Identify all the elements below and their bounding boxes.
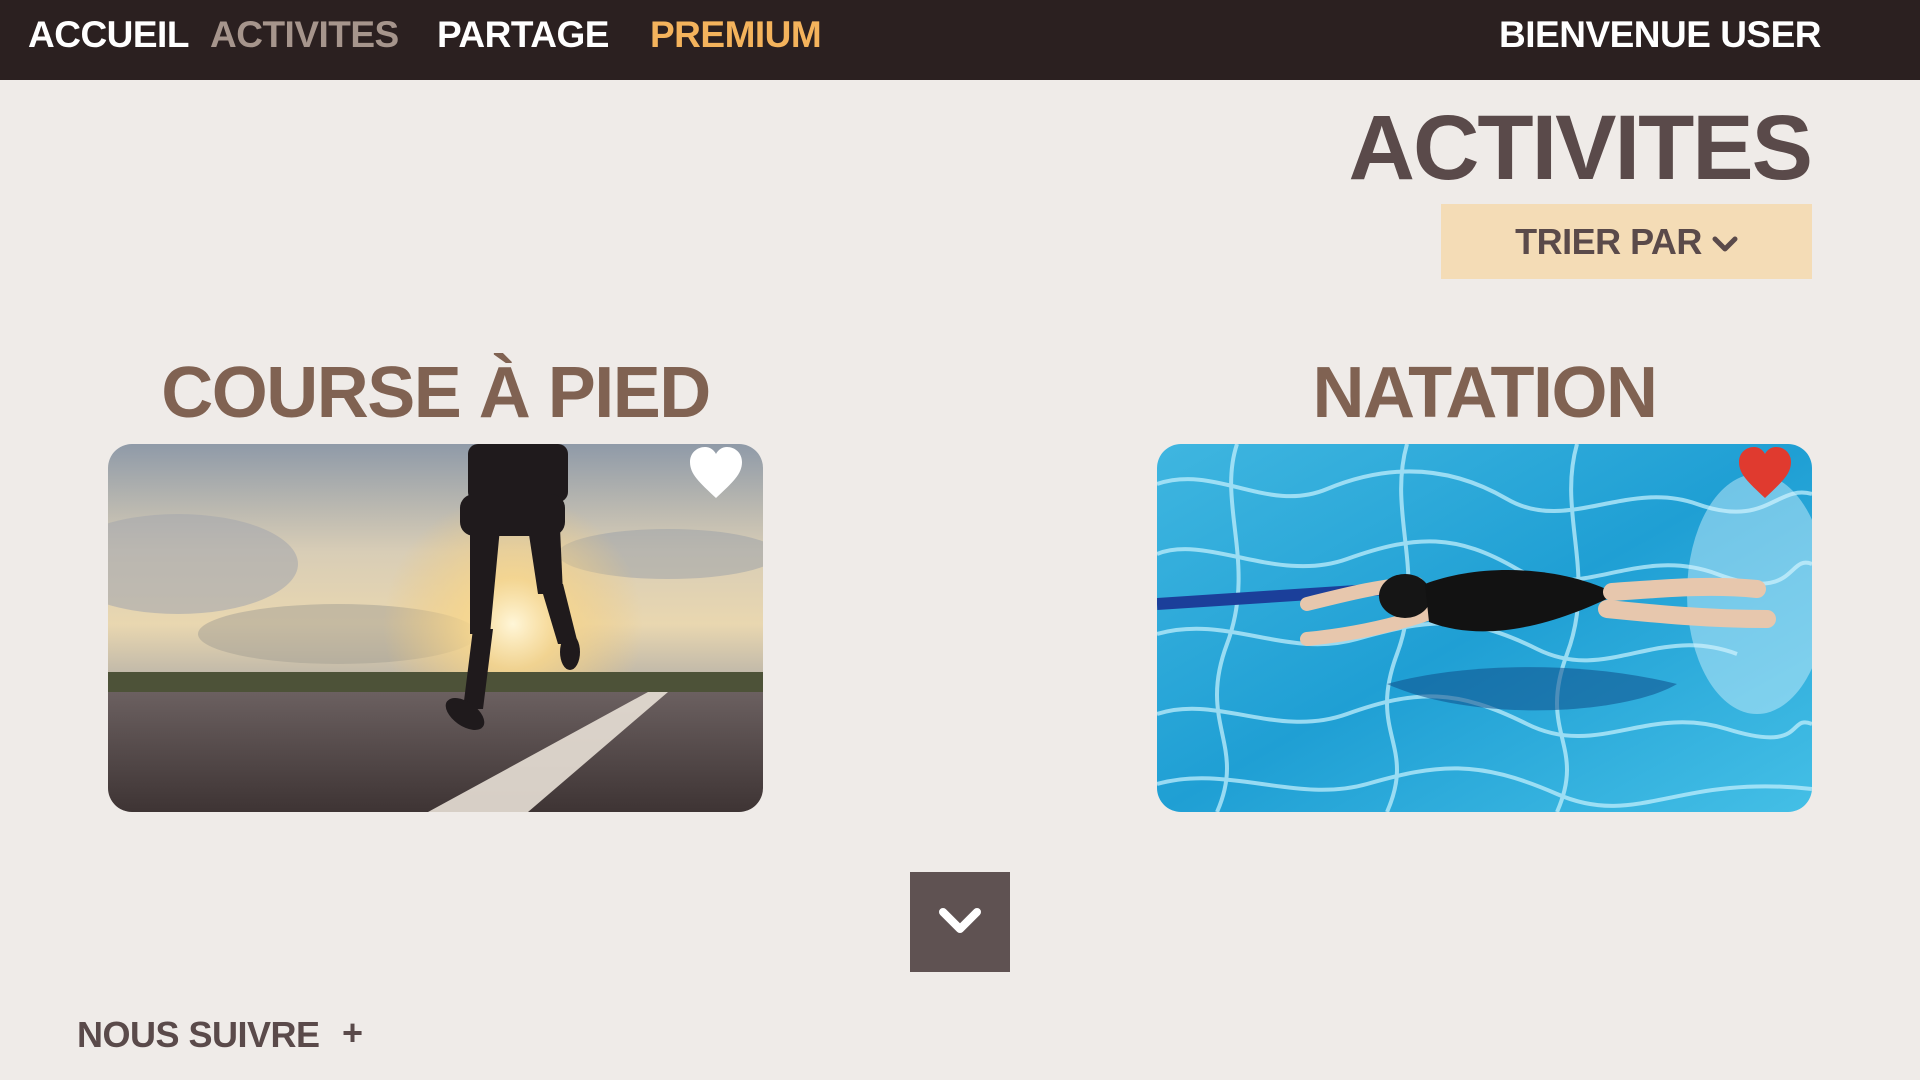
heart-icon[interactable] bbox=[1736, 444, 1794, 502]
running-image bbox=[108, 444, 763, 812]
nav-link-premium[interactable]: PREMIUM bbox=[650, 14, 822, 56]
nav-link-home[interactable]: ACCUEIL bbox=[28, 14, 189, 56]
activity-card-swimming[interactable] bbox=[1157, 444, 1812, 812]
top-nav-bar: ACCUEIL ACTIVITES PARTAGE PREMIUM BIENVE… bbox=[0, 0, 1920, 80]
follow-us-link[interactable]: NOUS SUIVRE bbox=[77, 1014, 320, 1056]
swimming-image bbox=[1157, 444, 1812, 812]
activity-title-running: COURSE À PIED bbox=[161, 353, 711, 433]
chevron-down-icon bbox=[1712, 236, 1738, 251]
welcome-user-menu[interactable]: BIENVENUE USER bbox=[1499, 14, 1821, 56]
sort-button-label: TRIER PAR bbox=[1515, 220, 1702, 262]
sort-button[interactable]: TRIER PAR bbox=[1441, 204, 1812, 279]
heart-icon[interactable] bbox=[687, 444, 745, 502]
nav-link-activities[interactable]: ACTIVITES bbox=[210, 14, 399, 56]
activity-title-swimming: NATATION bbox=[1312, 353, 1658, 433]
expand-follow-button[interactable]: + bbox=[342, 1012, 363, 1054]
scroll-down-button[interactable] bbox=[910, 872, 1010, 972]
chevron-down-icon bbox=[939, 908, 981, 933]
nav-link-share[interactable]: PARTAGE bbox=[437, 14, 609, 56]
page-title: ACTIVITES bbox=[1348, 97, 1813, 199]
activity-card-running[interactable] bbox=[108, 444, 763, 812]
